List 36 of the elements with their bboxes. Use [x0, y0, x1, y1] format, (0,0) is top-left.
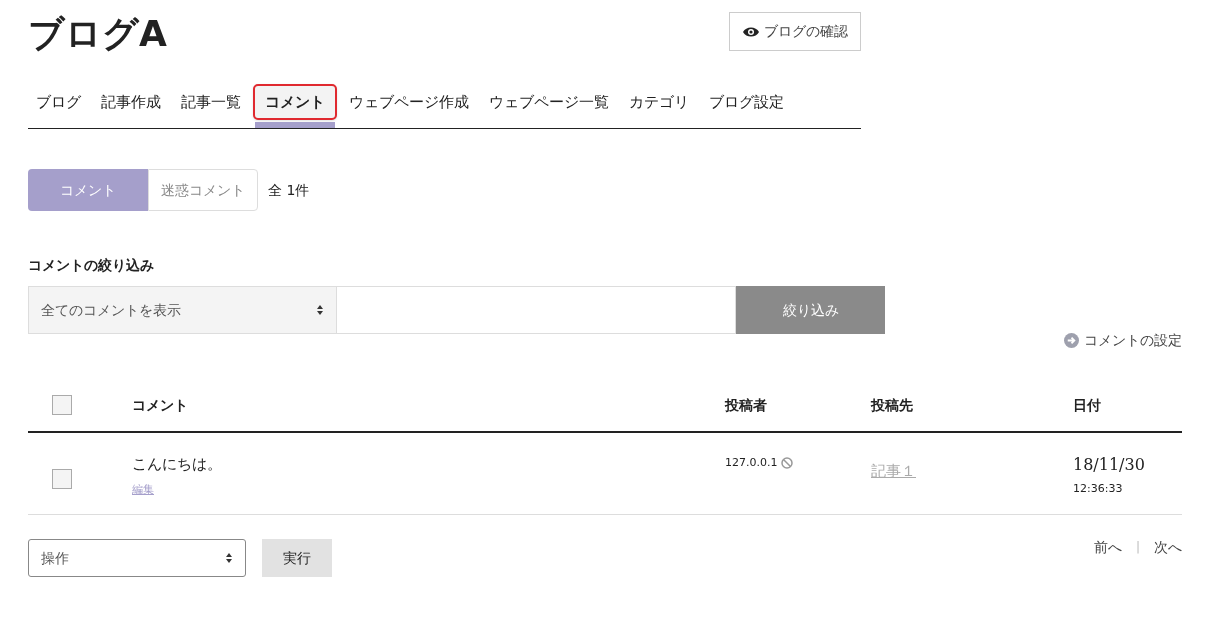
filter-heading: コメントの絞り込み	[28, 256, 155, 275]
column-header: 投稿先	[871, 397, 913, 413]
sort-arrows-icon	[225, 552, 233, 564]
comment-text: こんにちは。	[132, 454, 223, 475]
nav-tab[interactable]: ブログ	[28, 84, 89, 120]
checkbox[interactable]	[52, 469, 72, 489]
checkbox[interactable]	[52, 395, 72, 415]
run-button[interactable]: 実行	[262, 539, 332, 577]
separator: |	[1135, 539, 1140, 556]
filter-input-field[interactable]	[337, 286, 736, 334]
total-count: 全 1件	[268, 180, 310, 200]
view-blog-button[interactable]: ブログの確認	[729, 12, 861, 51]
nav-tab[interactable]: ウェブページ作成	[341, 84, 477, 120]
filter-select[interactable]: 全てのコメントを表示	[28, 286, 337, 334]
comment-date: 18/11/30	[1073, 454, 1146, 476]
nav-tab[interactable]: 記事一覧	[173, 84, 249, 120]
block-icon[interactable]	[781, 457, 794, 469]
column-header: 投稿者	[725, 397, 767, 413]
comment-time: 12:36:33	[1073, 481, 1124, 497]
author-ip: 127.0.0.1	[725, 454, 778, 471]
eye-icon	[742, 25, 760, 38]
nav-tab[interactable]: カテゴリ	[621, 84, 697, 120]
column-header: コメント	[132, 397, 188, 413]
nav-tab[interactable]: ブログ設定	[701, 84, 792, 120]
next-link[interactable]: 次へ	[1154, 536, 1182, 558]
arrow-circle-icon	[1064, 333, 1079, 348]
previous-link[interactable]: 前へ	[1093, 536, 1122, 558]
page-title: ブログA	[28, 12, 167, 56]
nav-tab[interactable]: ウェブページ一覧	[481, 84, 617, 120]
nav-tab[interactable]: 記事作成	[93, 84, 169, 120]
column-header: 日付	[1073, 397, 1101, 413]
action-select[interactable]: 操作	[28, 539, 246, 577]
nav-tab[interactable]: コメント	[253, 84, 337, 120]
sort-arrows-icon	[316, 304, 324, 316]
comment-settings-link[interactable]: コメントの設定	[1064, 330, 1182, 351]
segment-tab[interactable]: 迷惑コメント	[148, 169, 258, 211]
